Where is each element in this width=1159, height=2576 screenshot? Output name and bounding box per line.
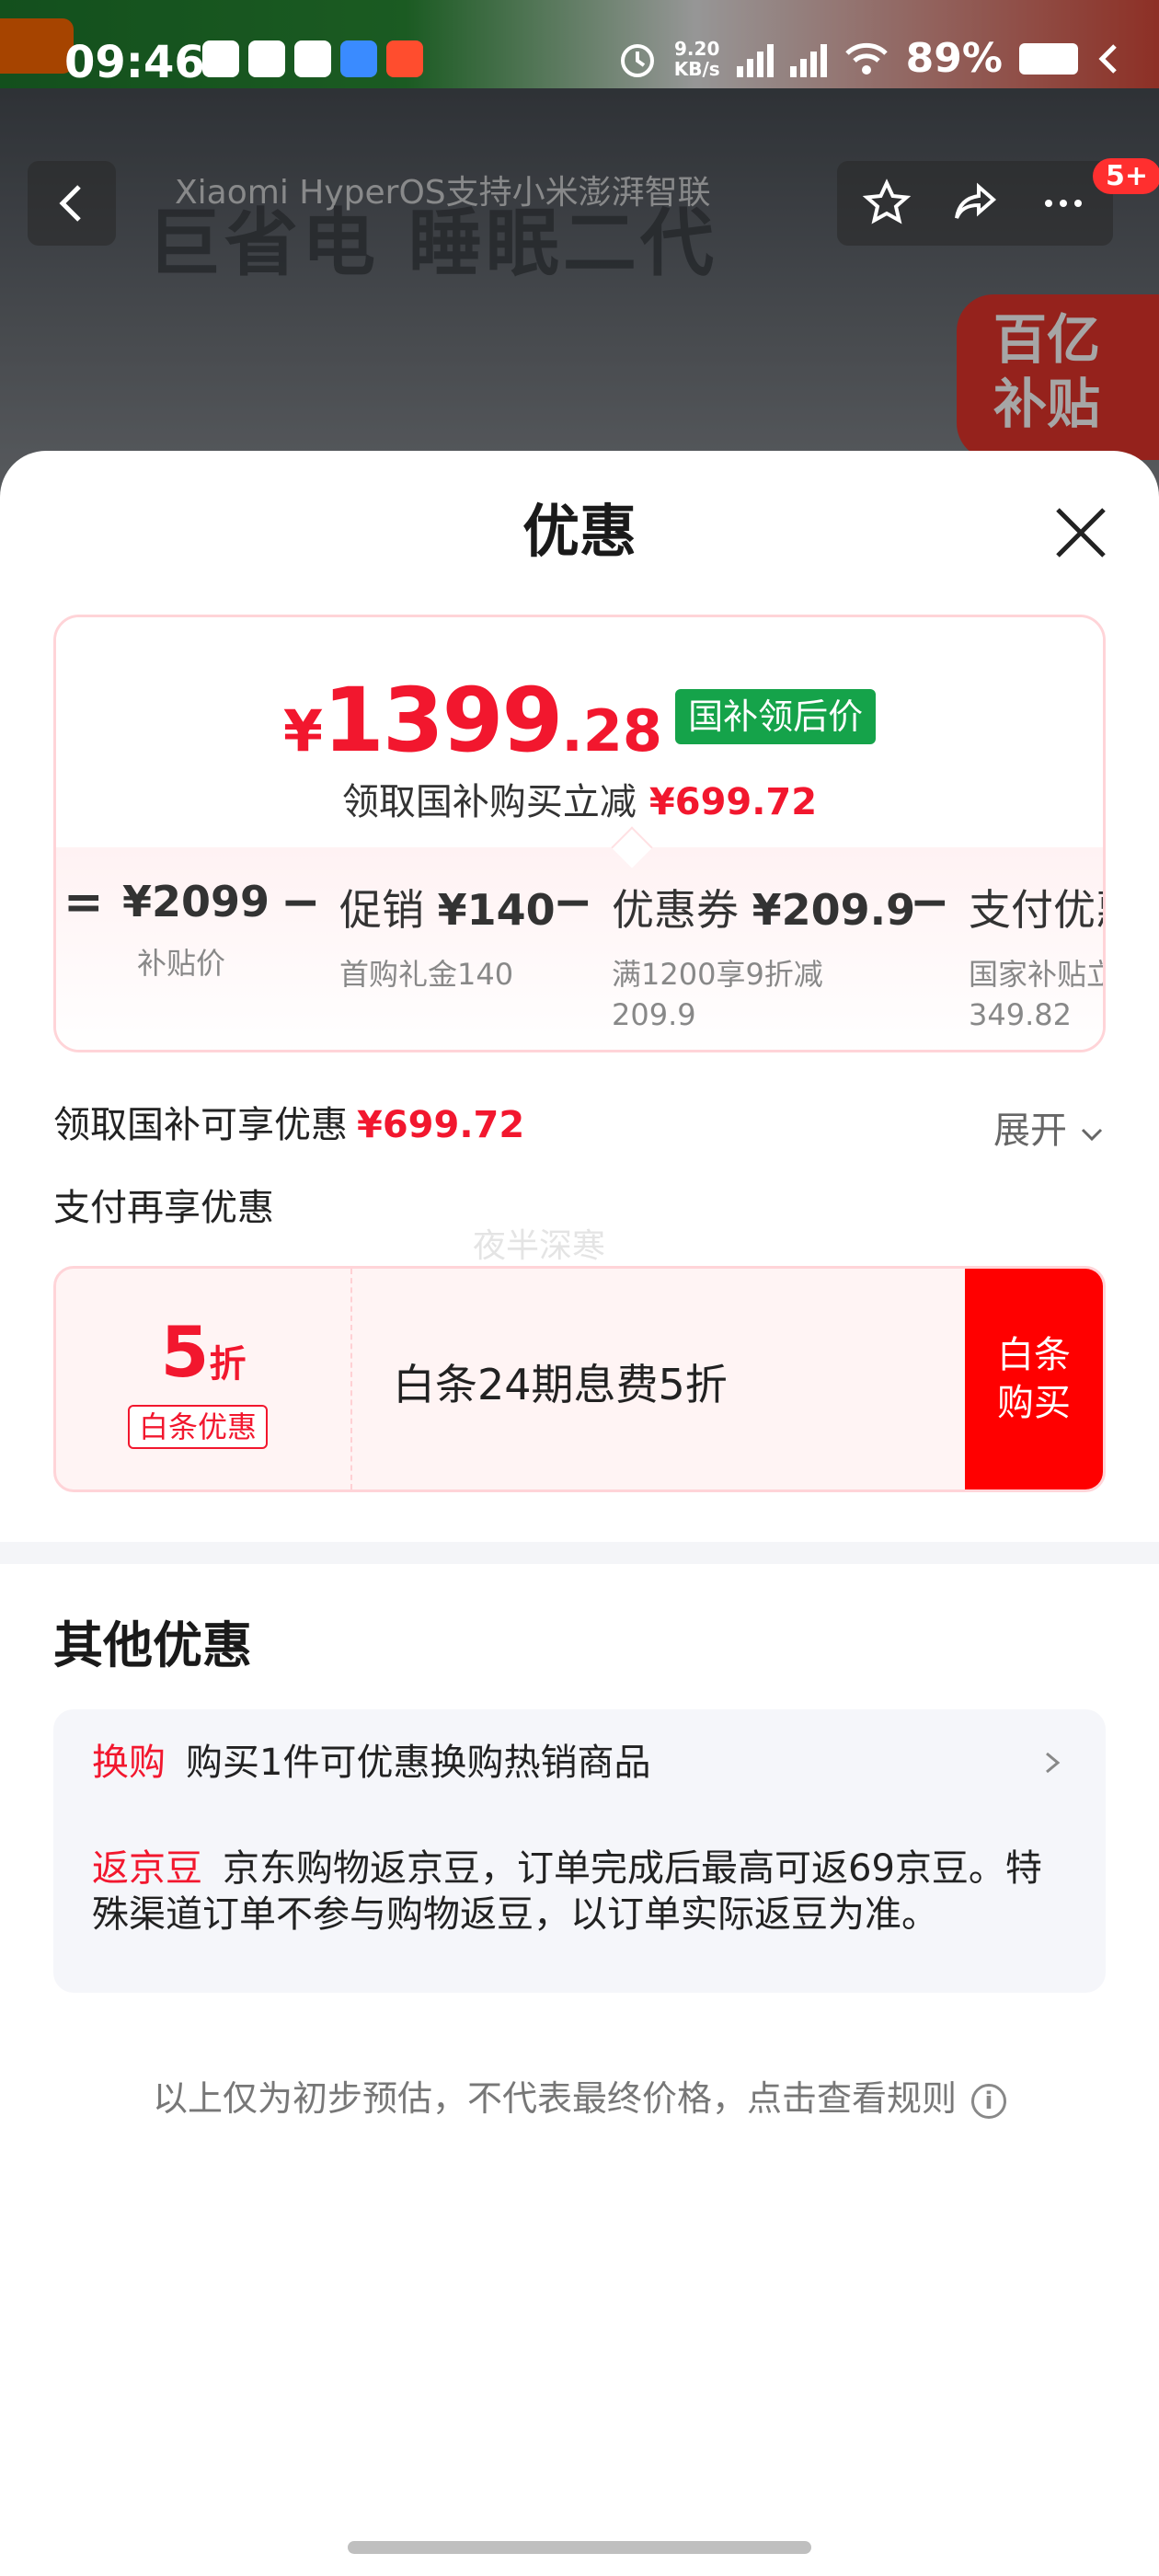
baitiao-buy-button[interactable]: 白条 购买 — [965, 1269, 1103, 1489]
back-button[interactable] — [28, 161, 116, 246]
expand-toggle[interactable]: 展开 — [993, 1100, 1105, 1154]
price-sub-amount: ¥699.72 — [648, 781, 818, 823]
subsidy-label: 领取国补可享优惠 — [53, 1104, 348, 1146]
breakdown-value: 优惠券 ¥209.9 — [612, 885, 916, 935]
pay-row: 支付再享优惠 — [53, 1178, 274, 1231]
footer-text: 以上仅为初步预估，不代表最终价格，点击查看规则 — [152, 2078, 957, 2119]
price-top: ¥1399.28 国补领后价 领取国补购买立减 ¥699.72 — [56, 617, 1103, 847]
back-arrow-icon — [59, 185, 81, 222]
jingdou-offer: 返京豆 京东购物返京豆，订单完成后最高可返69京豆。特殊渠道订单不参与购物返豆，以… — [92, 1846, 1076, 1938]
more-icon[interactable] — [1038, 178, 1089, 229]
signal-1-icon — [736, 40, 774, 77]
net-speed: 9.20 KB/s — [673, 37, 720, 80]
price-sub: 领取国补购买立减 ¥699.72 — [56, 772, 1103, 825]
clock: 09:46 — [64, 37, 205, 88]
cart-badge: 5+ — [1093, 158, 1159, 194]
discount-unit: 折 — [209, 1343, 247, 1386]
section-divider — [0, 1542, 1159, 1564]
breakdown-desc: 国家补贴立 349.82 — [969, 957, 1103, 1032]
price-breakdown[interactable]: = ¥2099 补贴价 − 促销 ¥140 首购礼金140 − 优惠券 ¥209… — [56, 847, 1103, 1050]
battery-percent: 89% — [905, 35, 1003, 82]
chevron-left-icon[interactable] — [1095, 40, 1122, 77]
buy-line-1: 白条 — [997, 1334, 1071, 1376]
footer-note[interactable]: 以上仅为初步预估，不代表最终价格，点击查看规则 i — [0, 2070, 1159, 2121]
discount-number: 5 — [160, 1311, 210, 1393]
offer-tag: 返京豆 — [92, 1847, 202, 1890]
breakdown-operator: − — [553, 875, 593, 930]
breakdown-operator: − — [910, 875, 950, 930]
subsidy-amount: ¥699.72 — [357, 1104, 525, 1146]
share-icon[interactable] — [949, 178, 1001, 229]
info-icon: i — [971, 2083, 1006, 2119]
breakdown-item: 优惠券 ¥209.9 满1200享9折减 209.9 — [612, 877, 915, 1035]
breakdown-item: 促销 ¥140 首购礼金140 — [339, 877, 556, 995]
battery-icon — [1019, 42, 1078, 75]
buy-line-2: 购买 — [997, 1382, 1071, 1424]
expand-label: 展开 — [993, 1110, 1067, 1152]
subsidy-row: 领取国补可享优惠 ¥699.72 — [53, 1095, 524, 1148]
breakdown-value: ¥2099 — [122, 877, 270, 926]
breakdown-desc: 首购礼金140 — [339, 957, 514, 992]
watermark: 夜半深寒 — [473, 1227, 606, 1265]
chevron-down-icon — [1081, 1128, 1102, 1142]
signal-2-icon — [789, 40, 827, 77]
offer-text: 京东购物返京豆，订单完成后最高可返69京豆。特殊渠道订单不参与购物返豆，以订单实… — [92, 1847, 1042, 1936]
discount-sheet: 优惠 ¥1399.28 国补领后价 领取国补购买立减 ¥699.72 = ¥2099… — [0, 451, 1159, 2576]
home-indicator[interactable] — [348, 2541, 811, 2554]
discount-value: 5折 — [56, 1311, 350, 1393]
wifi-icon — [844, 42, 888, 75]
notification-icons — [202, 40, 423, 77]
status-right: 9.20 KB/s 89% — [617, 35, 1122, 82]
price-tag-badge: 国补领后价 — [675, 689, 877, 744]
other-offers-card: 换购 购买1件可优惠换购热销商品 返京豆 京东购物返京豆，订单完成后最高可返69京豆… — [53, 1709, 1106, 1993]
baitiao-badge: 白条优惠 — [128, 1405, 269, 1449]
status-bar: 09:46 9.20 KB/s 89% — [0, 0, 1159, 88]
baitiao-offer-card[interactable]: 5折 白条优惠 白条24期息费5折 白条 购买 — [53, 1266, 1106, 1492]
breakdown-value: 促销 ¥140 — [339, 885, 556, 935]
breakdown-operator: = — [63, 875, 104, 930]
wechat-icon — [294, 40, 331, 77]
alarm-icon — [620, 43, 654, 77]
favorite-star-icon[interactable] — [861, 178, 912, 229]
price-sub-label: 领取国补购买立减 — [341, 781, 637, 823]
app-icon-red — [386, 40, 423, 77]
sheet-title: 优惠 — [522, 498, 637, 565]
final-price: ¥1399.28 国补领后价 — [56, 669, 1103, 772]
message-icon — [248, 40, 285, 77]
app-icon — [340, 40, 377, 77]
price-currency: ¥ — [282, 697, 324, 765]
breakdown-desc: 满1200享9折减 209.9 — [612, 957, 823, 1032]
price-card: ¥1399.28 国补领后价 领取国补购买立减 ¥699.72 = ¥2099 补贴… — [53, 615, 1106, 1052]
price-decimal: .28 — [561, 697, 663, 765]
exchange-offer[interactable]: 换购 购买1件可优惠换购热销商品 — [92, 1737, 650, 1788]
price-integer: 1399 — [323, 669, 563, 772]
offer-tag: 换购 — [92, 1742, 166, 1784]
breakdown-item: 支付优惠 国家补贴立 349.82 — [969, 877, 1103, 1035]
breakdown-operator: − — [281, 875, 321, 930]
other-offers-title: 其他优惠 — [53, 1616, 252, 1674]
baitiao-discount: 5折 白条优惠 — [56, 1269, 352, 1489]
offer-text: 购买1件可优惠换购热销商品 — [186, 1742, 651, 1784]
breakdown-item: ¥2099 补贴价 — [122, 877, 270, 983]
pay-label: 支付再享优惠 — [53, 1187, 274, 1229]
breakdown-desc: 补贴价 — [137, 946, 226, 981]
breakdown-value: 支付优惠 — [969, 885, 1103, 935]
notify-icon — [202, 40, 239, 77]
baitiao-title: 白条24期息费5折 — [393, 1360, 728, 1409]
nav-actions — [837, 161, 1113, 246]
close-icon[interactable] — [1049, 500, 1113, 565]
chevron-right-icon[interactable] — [1041, 1750, 1063, 1776]
